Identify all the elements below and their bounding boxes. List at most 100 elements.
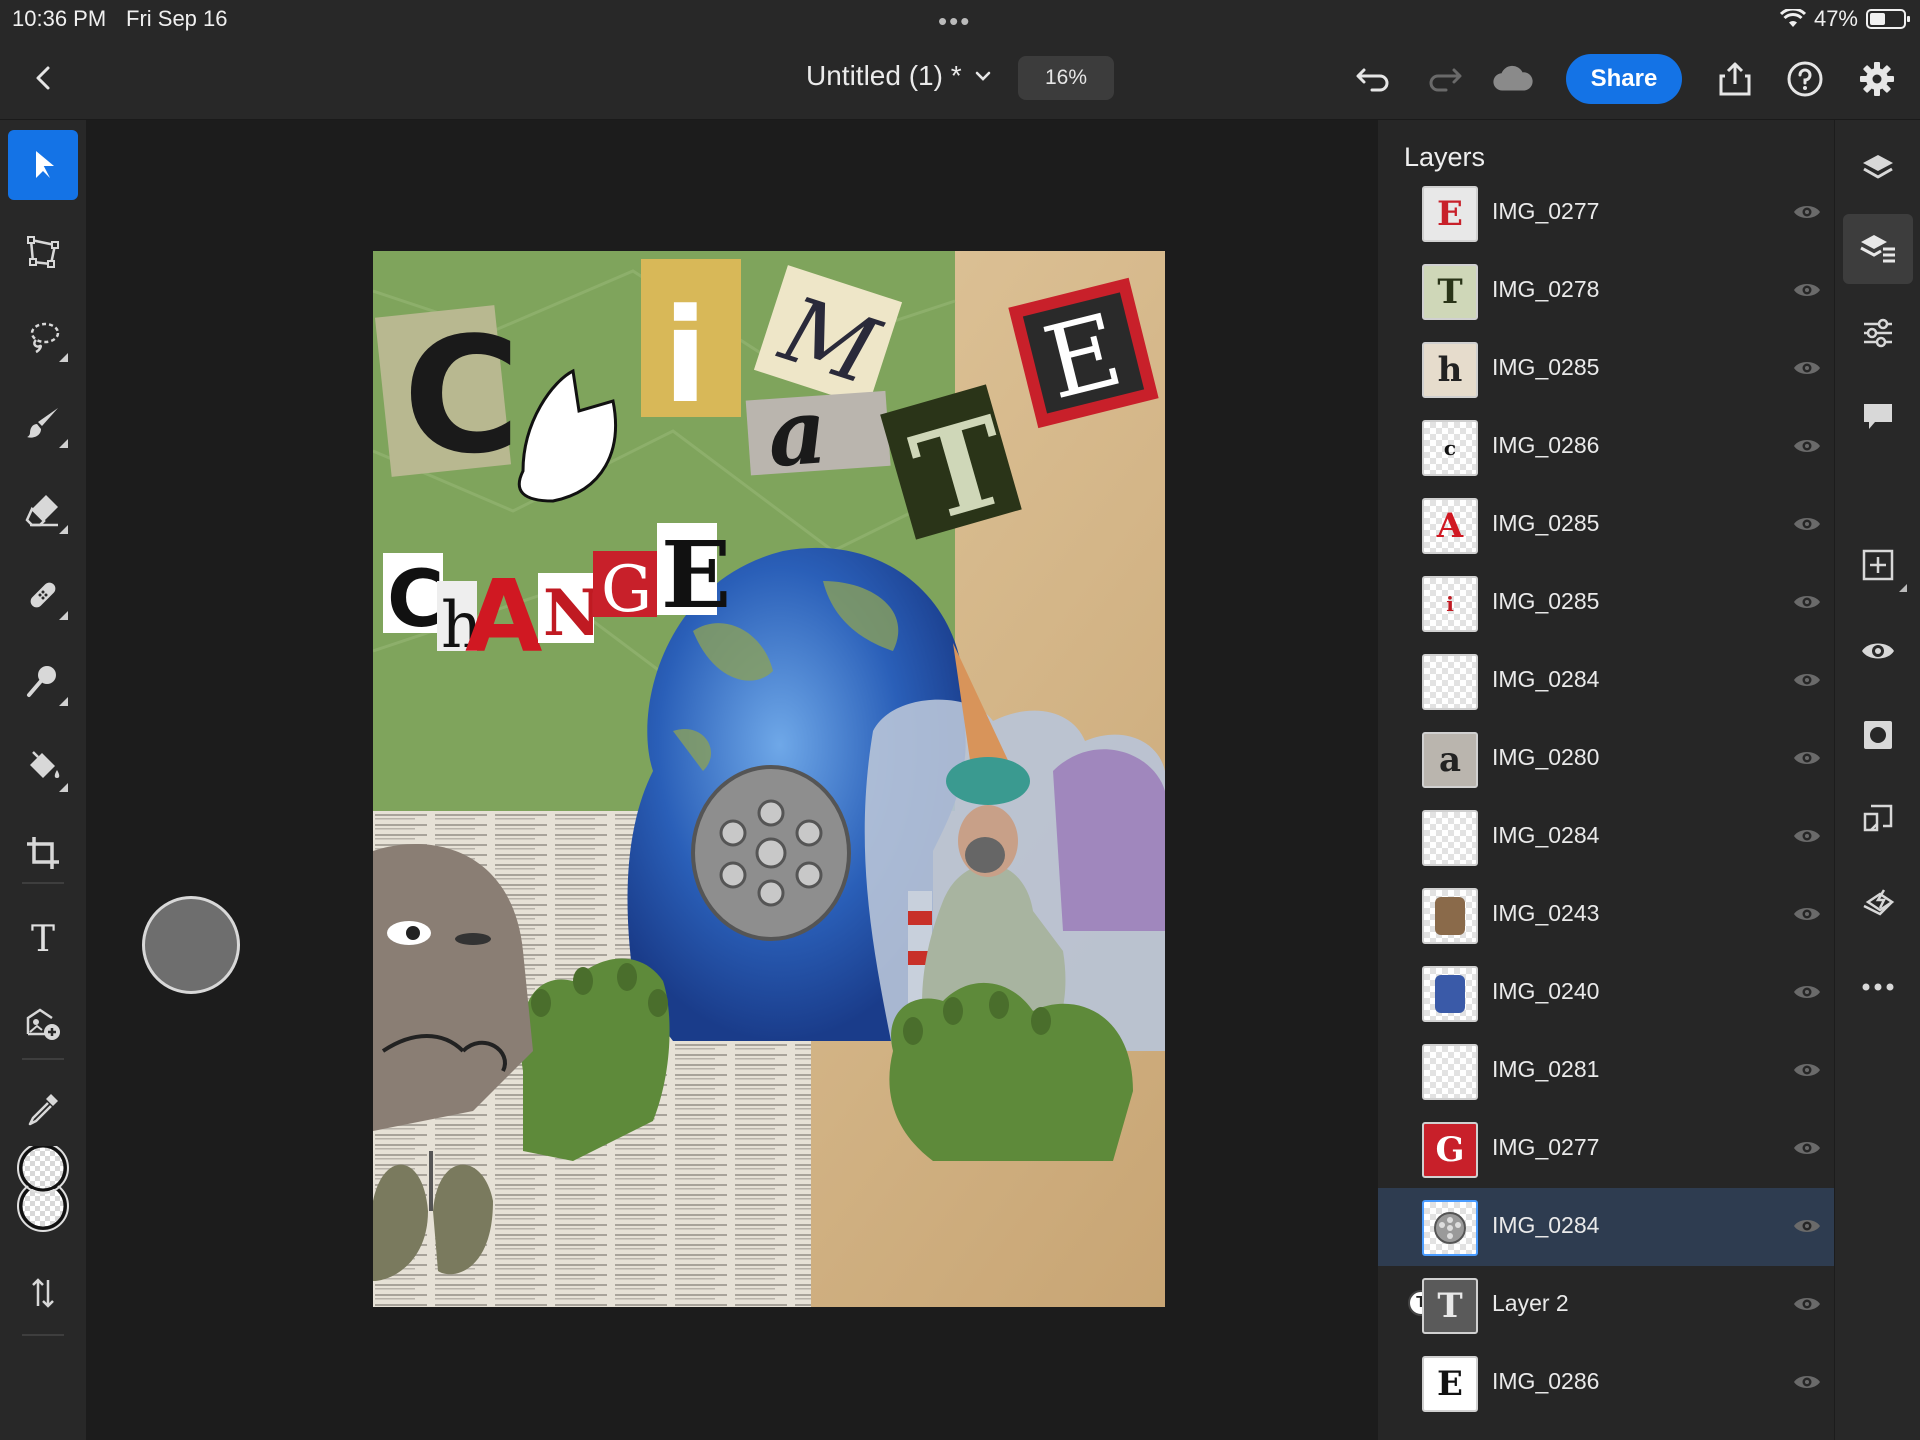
cloud-sync-button[interactable] <box>1492 58 1534 100</box>
lasso-tool[interactable] <box>8 302 78 372</box>
undo-button[interactable] <box>1352 58 1394 100</box>
layer-thumbnail <box>1422 888 1478 944</box>
layer-thumbnail-art <box>1435 897 1465 935</box>
clone-tool[interactable] <box>8 646 78 716</box>
layer-row[interactable]: IMG_0284 <box>1378 642 1834 720</box>
clone-stamp-icon <box>27 666 56 697</box>
plus-square-icon <box>1862 549 1894 581</box>
layer-thumbnail: T <box>1422 1278 1478 1334</box>
battery-level <box>1870 13 1885 25</box>
multitasking-dots-icon[interactable]: ••• <box>938 6 971 37</box>
layer-row[interactable]: G IMG_0277 <box>1378 1110 1834 1188</box>
eye-icon <box>1794 908 1820 920</box>
battery-icon <box>1866 9 1910 29</box>
redo-button[interactable] <box>1424 58 1466 100</box>
status-date: Fri Sep 16 <box>126 6 228 31</box>
layer-row[interactable]: E IMG_0277 <box>1378 174 1834 252</box>
layer-visibility-toggle[interactable] <box>1792 436 1822 456</box>
swap-arrows-icon <box>32 1278 54 1308</box>
layer-visibility-toggle[interactable] <box>1792 592 1822 612</box>
more-button[interactable] <box>1843 952 1913 1022</box>
layer-row[interactable]: i IMG_0285 <box>1378 564 1834 642</box>
eraser-icon <box>25 495 58 527</box>
layer-row[interactable]: a IMG_0280 <box>1378 720 1834 798</box>
brush-tool[interactable] <box>8 388 78 458</box>
crop-tool[interactable] <box>8 818 78 888</box>
zoom-level[interactable]: 16% <box>1018 56 1114 100</box>
layer-properties-button[interactable] <box>1843 214 1913 284</box>
more-options-corner <box>1899 584 1907 592</box>
add-layer-button[interactable] <box>1843 530 1913 600</box>
layer-visibility-toggle[interactable] <box>1792 1216 1822 1236</box>
layers-icon <box>1863 155 1893 179</box>
layers-panel-button[interactable] <box>1843 134 1913 204</box>
help-icon <box>1787 61 1823 97</box>
type-icon: T <box>30 918 55 960</box>
layer-thumbnail <box>1422 1200 1478 1256</box>
layer-row[interactable]: A IMG_0285 <box>1378 486 1834 564</box>
eye-icon <box>1794 1220 1820 1232</box>
layer-row[interactable]: IMG_0281 <box>1378 1032 1834 1110</box>
export-button[interactable] <box>1714 58 1756 100</box>
layer-row[interactable]: E IMG_0286 <box>1378 1344 1834 1422</box>
redo-icon <box>1429 68 1462 92</box>
layer-thumbnail-art <box>1435 975 1465 1013</box>
layer-row[interactable]: IMG_0284 <box>1378 798 1834 876</box>
more-icon <box>1862 983 1894 991</box>
adjustments-button[interactable] <box>1843 298 1913 368</box>
layer-row[interactable]: h IMG_0285 <box>1378 330 1834 408</box>
layer-visibility-toggle[interactable] <box>1792 280 1822 300</box>
layer-row[interactable]: IMG_0243 <box>1378 876 1834 954</box>
layers-panel: Layers E IMG_0277 T IMG_0278 h IMG_0285 c IMG_0… <box>1378 120 1834 1440</box>
layer-visibility-toggle[interactable] <box>1792 358 1822 378</box>
type-tool[interactable]: T <box>8 904 78 974</box>
layer-name: IMG_0281 <box>1492 1056 1600 1082</box>
mask-button[interactable] <box>1843 700 1913 770</box>
layer-visibility-toggle[interactable] <box>1792 1372 1822 1392</box>
crop-icon <box>27 837 59 869</box>
layer-visibility-toggle[interactable] <box>1792 202 1822 222</box>
layer-visibility-toggle[interactable] <box>1792 748 1822 768</box>
clip-button[interactable] <box>1843 784 1913 854</box>
comments-button[interactable] <box>1843 382 1913 452</box>
color-swatches[interactable] <box>8 1146 78 1232</box>
eye-icon <box>1794 1298 1820 1310</box>
back-button[interactable] <box>26 60 62 96</box>
fill-tool[interactable] <box>8 732 78 802</box>
swap-colors-button[interactable] <box>8 1258 78 1328</box>
arrange-button[interactable] <box>1843 868 1913 938</box>
layer-name: IMG_0243 <box>1492 900 1600 926</box>
layer-row[interactable]: c IMG_0286 <box>1378 408 1834 486</box>
visibility-button[interactable] <box>1843 616 1913 686</box>
canvas-area[interactable]: C i M E a T C h A N G E <box>86 120 1378 1440</box>
layer-visibility-toggle[interactable] <box>1792 982 1822 1002</box>
layer-row[interactable]: IMG_0284 <box>1378 1188 1834 1266</box>
touch-shortcut-button[interactable] <box>142 896 240 994</box>
status-bar: 10:36 PM Fri Sep 16 ••• 47% <box>0 0 1920 38</box>
cloud-icon <box>1493 65 1533 91</box>
artboard[interactable]: C i M E a T C h A N G E <box>373 251 1165 1307</box>
transform-tool[interactable] <box>8 216 78 286</box>
layer-visibility-toggle[interactable] <box>1792 670 1822 690</box>
layer-visibility-toggle[interactable] <box>1792 1060 1822 1080</box>
layer-visibility-toggle[interactable] <box>1792 514 1822 534</box>
document-title-menu[interactable]: Untitled (1) * <box>806 60 992 92</box>
healing-tool[interactable] <box>8 560 78 630</box>
layer-row[interactable]: T IMG_0278 <box>1378 252 1834 330</box>
color-swatch-icon <box>17 1146 69 1232</box>
help-button[interactable] <box>1784 58 1826 100</box>
select-tool[interactable] <box>8 130 78 200</box>
eyedropper-tool[interactable] <box>8 1074 78 1144</box>
eraser-tool[interactable] <box>8 474 78 544</box>
settings-button[interactable] <box>1856 58 1898 100</box>
place-image-tool[interactable] <box>8 988 78 1058</box>
eye-icon <box>1862 643 1894 659</box>
collage-letter: G <box>601 553 652 627</box>
layer-row[interactable]: IMG_0240 <box>1378 954 1834 1032</box>
layer-visibility-toggle[interactable] <box>1792 826 1822 846</box>
layer-visibility-toggle[interactable] <box>1792 904 1822 924</box>
share-button[interactable]: Share <box>1566 54 1682 104</box>
layer-row[interactable]: T T Layer 2 <box>1378 1266 1834 1344</box>
layer-visibility-toggle[interactable] <box>1792 1138 1822 1158</box>
layer-visibility-toggle[interactable] <box>1792 1294 1822 1314</box>
